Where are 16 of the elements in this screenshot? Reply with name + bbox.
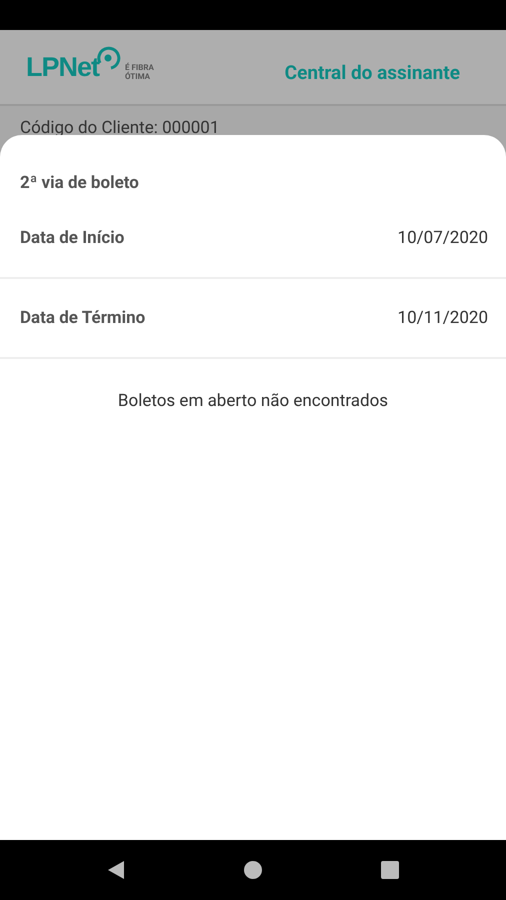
header-title: Central do assinante (284, 60, 460, 84)
date-field[interactable]: Data de Término 10/11/2020 (0, 279, 506, 359)
field-label: Data de Término (20, 308, 146, 328)
back-icon[interactable] (107, 860, 126, 880)
empty-message: Boletos em aberto não encontrados (116, 390, 390, 411)
tagline-text: É FIBRA (125, 63, 154, 72)
field-label: Data de Início (20, 228, 124, 248)
sheet-title: 2ª via de boleto (19, 172, 140, 195)
field-value: 10/11/2020 (398, 308, 488, 328)
recents-icon[interactable] (380, 861, 399, 879)
home-icon[interactable] (244, 861, 262, 879)
logo-text: LPNet (26, 52, 100, 82)
field-value: 10/07/2020 (398, 228, 488, 248)
client-code: Código do Cliente: 000001 (19, 117, 220, 140)
tagline-text: ÓTIMA (125, 72, 152, 81)
date-field[interactable]: Data de Início 10/07/2020 (0, 199, 506, 279)
